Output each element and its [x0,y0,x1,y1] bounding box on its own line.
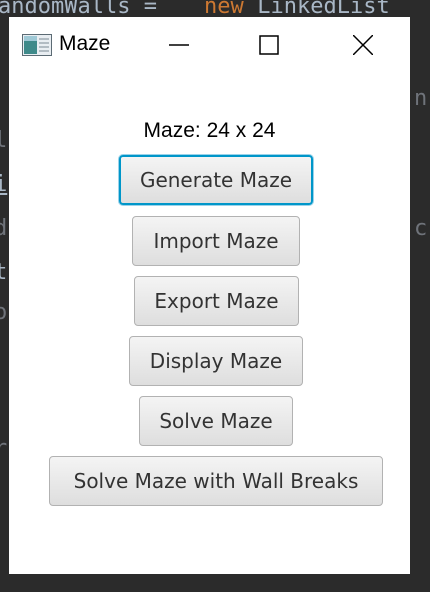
maximize-icon [259,35,279,55]
close-button[interactable] [343,27,383,63]
code-left-fragment: r [0,436,8,461]
close-icon [353,35,373,55]
window-content: Maze: 24 x 24 Generate Maze Import Maze … [9,72,410,574]
minimize-icon [169,44,189,46]
solve-maze-with-wall-breaks-button[interactable]: Solve Maze with Wall Breaks [49,456,383,506]
generate-maze-button[interactable]: Generate Maze [119,155,313,205]
solve-maze-button[interactable]: Solve Maze [139,396,293,446]
maximize-button[interactable] [249,27,289,63]
display-maze-button[interactable]: Display Maze [129,336,303,386]
maze-window: Maze Maze: 24 x 24 Generate Maze Import … [9,17,410,574]
maze-app-icon [22,34,52,56]
code-left-fragment: d [0,216,8,241]
code-left-fragment: t [0,260,8,285]
window-title: Maze [59,32,111,55]
code-left-fragment: o [0,300,8,325]
code-right-fragment: n [414,86,428,111]
code-left-fragment: l [0,128,8,153]
import-maze-button[interactable]: Import Maze [132,216,300,266]
maze-size-label: Maze: 24 x 24 [143,119,276,142]
code-left-fragment: i [0,172,8,197]
export-maze-button[interactable]: Export Maze [134,276,299,326]
title-bar[interactable]: Maze [9,17,410,72]
minimize-button[interactable] [159,27,199,63]
code-right-fragment-2: c [414,216,428,241]
